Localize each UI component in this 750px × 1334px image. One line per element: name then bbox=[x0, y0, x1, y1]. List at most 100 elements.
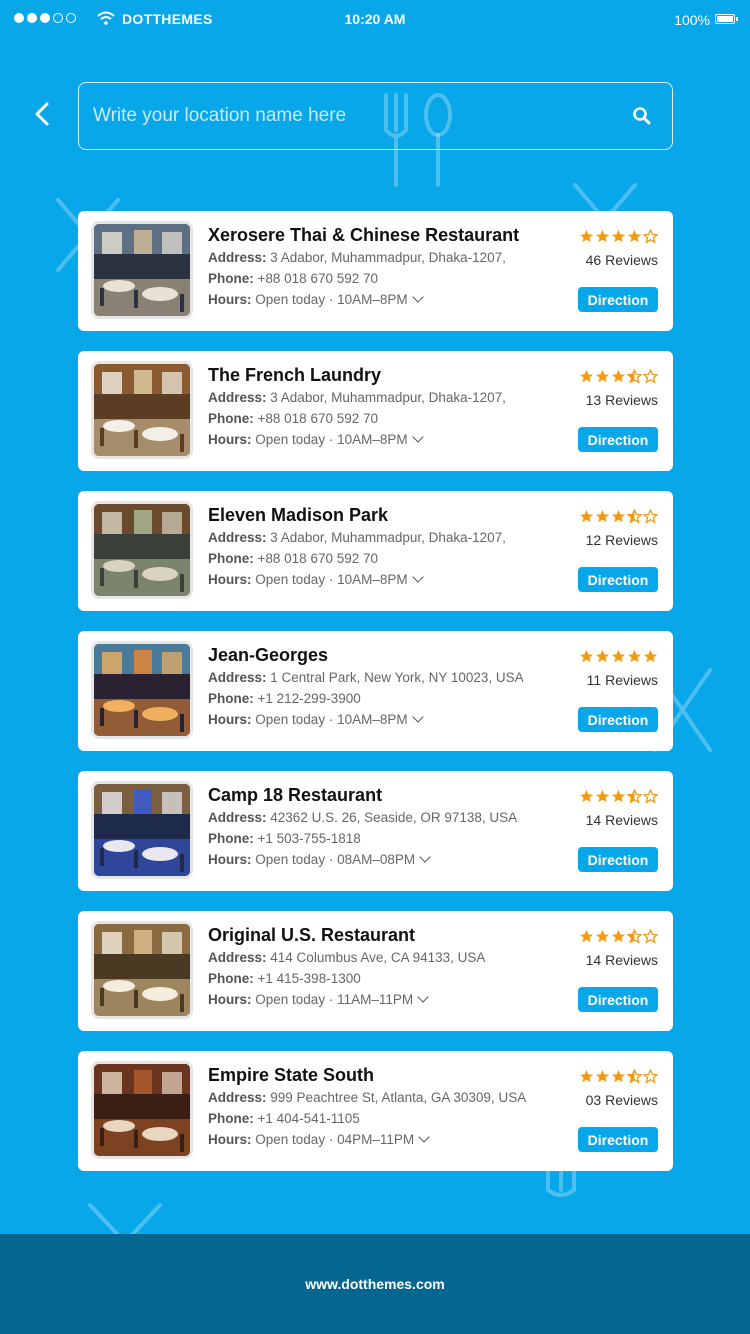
restaurant-rating: 11 Reviews bbox=[568, 649, 658, 688]
address-value: 414 Columbus Ave, CA 94133, USA bbox=[270, 950, 486, 965]
restaurant-photo[interactable] bbox=[91, 921, 193, 1019]
address-value: 3 Adabor, Muhammadpur, Dhaka-1207, bbox=[270, 530, 506, 545]
restaurant-photo-image bbox=[94, 224, 190, 316]
restaurant-card[interactable]: Original U.S. Restaurant Address: 414 Co… bbox=[78, 911, 673, 1031]
direction-button[interactable]: Direction bbox=[578, 987, 658, 1012]
restaurant-address: Address: 1 Central Park, New York, NY 10… bbox=[208, 667, 558, 688]
restaurant-photo-image bbox=[94, 504, 190, 596]
direction-button[interactable]: Direction bbox=[578, 1127, 658, 1152]
phone-value[interactable]: +1 415-398-1300 bbox=[258, 971, 361, 986]
direction-button[interactable]: Direction bbox=[578, 427, 658, 452]
star-half-icon bbox=[627, 789, 642, 804]
star-icon bbox=[596, 370, 609, 383]
star-icon bbox=[596, 1070, 609, 1083]
address-value: 1 Central Park, New York, NY 10023, USA bbox=[270, 670, 524, 685]
chevron-down-icon[interactable] bbox=[418, 1131, 430, 1143]
chevron-down-icon[interactable] bbox=[419, 851, 431, 863]
restaurant-rating: 14 Reviews bbox=[568, 789, 658, 828]
review-count[interactable]: 12 Reviews bbox=[568, 532, 658, 548]
phone-value[interactable]: +1 404-541-1105 bbox=[258, 1111, 360, 1126]
review-count[interactable]: 11 Reviews bbox=[568, 672, 658, 688]
restaurant-name[interactable]: Camp 18 Restaurant bbox=[208, 783, 558, 807]
rating-stars bbox=[568, 509, 658, 525]
hours-value: Open today · 04PM–11PM bbox=[255, 1132, 415, 1147]
phone-value[interactable]: +88 018 670 592 70 bbox=[258, 551, 379, 566]
restaurant-info: Eleven Madison Park Address: 3 Adabor, M… bbox=[208, 503, 558, 590]
phone-value[interactable]: +1 212-299-3900 bbox=[258, 691, 361, 706]
restaurant-list: Xerosere Thai & Chinese Restaurant Addre… bbox=[78, 211, 673, 1191]
address-label: Address: bbox=[208, 530, 267, 545]
restaurant-hours[interactable]: Hours: Open today · 10AM–8PM bbox=[208, 289, 558, 310]
star-icon bbox=[580, 650, 593, 663]
restaurant-photo[interactable] bbox=[91, 221, 193, 319]
restaurant-photo-image bbox=[94, 924, 190, 1016]
star-outline-icon bbox=[643, 229, 658, 244]
star-icon bbox=[596, 230, 609, 243]
direction-button[interactable]: Direction bbox=[578, 567, 658, 592]
star-icon bbox=[612, 510, 625, 523]
direction-button[interactable]: Direction bbox=[578, 707, 658, 732]
restaurant-photo[interactable] bbox=[91, 781, 193, 879]
restaurant-name[interactable]: Empire State South bbox=[208, 1063, 558, 1087]
rating-stars bbox=[568, 1069, 658, 1085]
restaurant-card[interactable]: Xerosere Thai & Chinese Restaurant Addre… bbox=[78, 211, 673, 331]
phone-value[interactable]: +88 018 670 592 70 bbox=[258, 271, 379, 286]
star-icon bbox=[612, 930, 625, 943]
restaurant-hours[interactable]: Hours: Open today · 10AM–8PM bbox=[208, 709, 558, 730]
restaurant-card[interactable]: Empire State South Address: 999 Peachtre… bbox=[78, 1051, 673, 1171]
restaurant-photo[interactable] bbox=[91, 361, 193, 459]
footer: www.dotthemes.com bbox=[0, 1234, 750, 1334]
restaurant-hours[interactable]: Hours: Open today · 04PM–11PM bbox=[208, 1129, 558, 1150]
back-button[interactable] bbox=[30, 100, 56, 128]
star-icon bbox=[612, 650, 625, 663]
star-outline-icon bbox=[643, 929, 658, 944]
restaurant-card[interactable]: Camp 18 Restaurant Address: 42362 U.S. 2… bbox=[78, 771, 673, 891]
restaurant-hours[interactable]: Hours: Open today · 10AM–8PM bbox=[208, 569, 558, 590]
restaurant-hours[interactable]: Hours: Open today · 11AM–11PM bbox=[208, 989, 558, 1010]
review-count[interactable]: 13 Reviews bbox=[568, 392, 658, 408]
review-count[interactable]: 14 Reviews bbox=[568, 812, 658, 828]
chevron-down-icon[interactable] bbox=[417, 991, 429, 1003]
restaurant-photo[interactable] bbox=[91, 501, 193, 599]
restaurant-hours[interactable]: Hours: Open today · 10AM–8PM bbox=[208, 429, 558, 450]
star-icon bbox=[612, 230, 625, 243]
restaurant-card[interactable]: The French Laundry Address: 3 Adabor, Mu… bbox=[78, 351, 673, 471]
search-icon[interactable] bbox=[632, 106, 652, 126]
phone-label: Phone: bbox=[208, 1111, 254, 1126]
direction-button[interactable]: Direction bbox=[578, 847, 658, 872]
restaurant-name[interactable]: The French Laundry bbox=[208, 363, 558, 387]
star-icon bbox=[596, 650, 609, 663]
restaurant-card[interactable]: Jean-Georges Address: 1 Central Park, Ne… bbox=[78, 631, 673, 751]
restaurant-name[interactable]: Original U.S. Restaurant bbox=[208, 923, 558, 947]
restaurant-hours[interactable]: Hours: Open today · 08AM–08PM bbox=[208, 849, 558, 870]
chevron-down-icon[interactable] bbox=[411, 711, 424, 723]
review-count[interactable]: 46 Reviews bbox=[568, 252, 658, 268]
star-outline-icon bbox=[643, 509, 658, 524]
star-half-icon bbox=[627, 369, 642, 384]
restaurant-rating: 13 Reviews bbox=[568, 369, 658, 408]
restaurant-info: Original U.S. Restaurant Address: 414 Co… bbox=[208, 923, 558, 1010]
review-count[interactable]: 03 Reviews bbox=[568, 1092, 658, 1108]
direction-button[interactable]: Direction bbox=[578, 287, 658, 312]
restaurant-card[interactable]: Eleven Madison Park Address: 3 Adabor, M… bbox=[78, 491, 673, 611]
review-count[interactable]: 14 Reviews bbox=[568, 952, 658, 968]
restaurant-photo[interactable] bbox=[91, 641, 193, 739]
hours-label: Hours: bbox=[208, 852, 252, 867]
restaurant-photo[interactable] bbox=[91, 1061, 193, 1159]
chevron-down-icon[interactable] bbox=[411, 291, 424, 303]
footer-url[interactable]: www.dotthemes.com bbox=[305, 1276, 445, 1292]
star-half-icon bbox=[627, 929, 642, 944]
search-input[interactable] bbox=[93, 83, 613, 148]
restaurant-name[interactable]: Xerosere Thai & Chinese Restaurant bbox=[208, 223, 558, 247]
restaurant-name[interactable]: Eleven Madison Park bbox=[208, 503, 558, 527]
phone-value[interactable]: +1 503-755-1818 bbox=[258, 831, 361, 846]
chevron-down-icon[interactable] bbox=[411, 431, 424, 443]
star-icon bbox=[612, 1070, 625, 1083]
chevron-down-icon[interactable] bbox=[411, 571, 424, 583]
address-label: Address: bbox=[208, 810, 267, 825]
restaurant-phone: Phone: +1 415-398-1300 bbox=[208, 968, 558, 989]
phone-value[interactable]: +88 018 670 592 70 bbox=[258, 411, 379, 426]
restaurant-phone: Phone: +88 018 670 592 70 bbox=[208, 548, 558, 569]
star-icon bbox=[596, 790, 609, 803]
restaurant-name[interactable]: Jean-Georges bbox=[208, 643, 558, 667]
